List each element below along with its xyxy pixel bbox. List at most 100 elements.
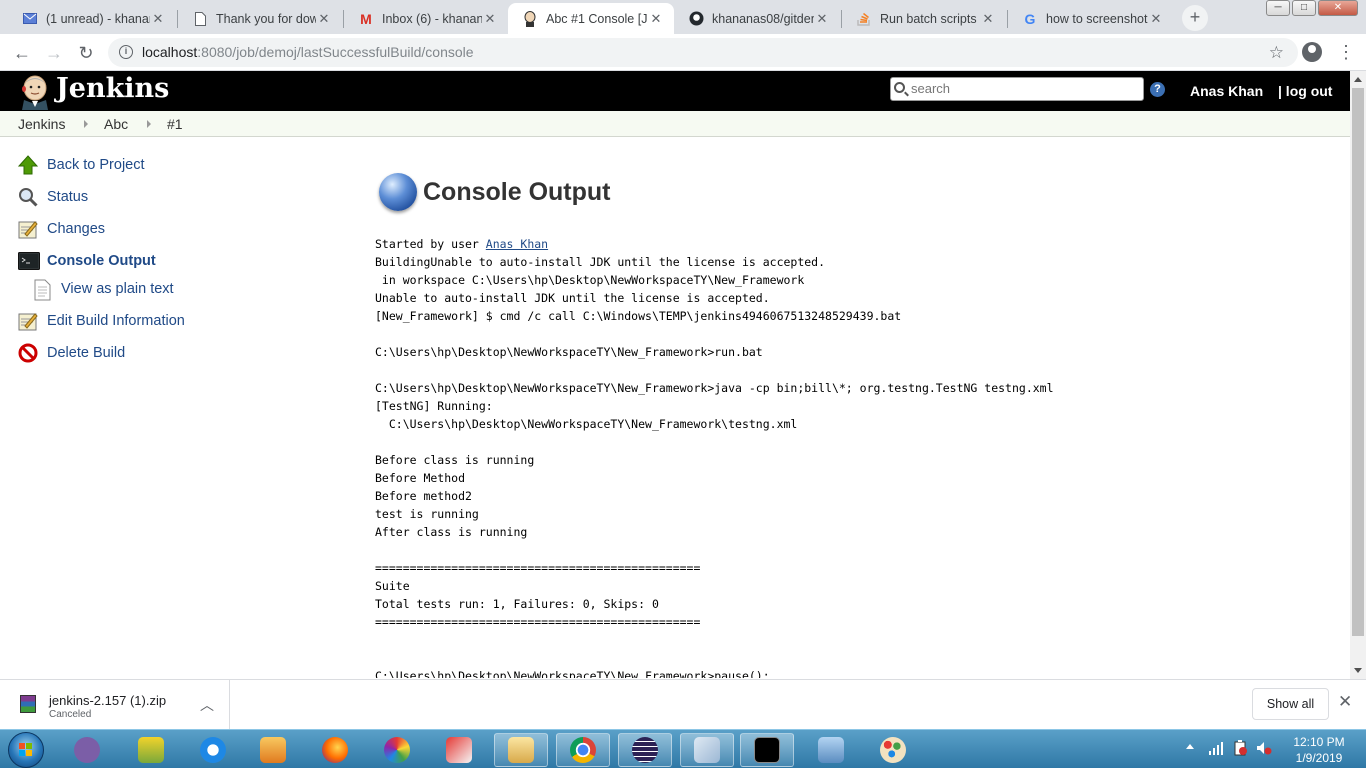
help-icon[interactable]: ? (1150, 82, 1165, 97)
sidebar-item-console-output[interactable]: Console Output (18, 249, 156, 273)
taskbar-picasa[interactable] (370, 733, 424, 767)
logout-link[interactable]: | log out (1278, 83, 1332, 99)
console-line: C:\Users\hp\Desktop\NewWorkspaceTY\New_F… (375, 417, 798, 431)
chevron-up-icon[interactable]: ︿ (200, 695, 214, 715)
document-icon (32, 279, 52, 301)
close-tab-icon[interactable]: ✕ (814, 11, 830, 27)
breadcrumb-abc[interactable]: Abc (104, 116, 128, 132)
browser-menu-icon[interactable]: ⋮ (1336, 42, 1356, 62)
taskbar-notepad-app[interactable] (432, 733, 486, 767)
tab-title: (1 unread) - khanan (46, 11, 150, 26)
tab-title: Abc #1 Console [Je (546, 11, 648, 26)
network-signal-icon[interactable] (1208, 740, 1224, 756)
mail-icon (22, 11, 38, 27)
download-item[interactable]: jenkins-2.157 (1).zip Canceled ︿ (0, 680, 230, 729)
console-line: C:\Users\hp\Desktop\NewWorkspaceTY\New_F… (375, 669, 770, 678)
browser-tab[interactable]: Thank you for dow ✕ (178, 3, 342, 34)
close-tab-icon[interactable]: ✕ (1148, 11, 1164, 27)
windows-taskbar: 12:10 PM 1/9/2019 (0, 729, 1366, 768)
console-user-link[interactable]: Anas Khan (486, 237, 548, 251)
media-player-icon (260, 737, 286, 763)
console-line: ========================================… (375, 615, 701, 629)
taskbar-eclipse[interactable] (618, 733, 672, 767)
taskbar-command-prompt[interactable] (740, 733, 794, 767)
close-window-button[interactable]: ✕ (1318, 0, 1358, 16)
browser-tab[interactable]: (1 unread) - khanan ✕ (8, 3, 176, 34)
volume-muted-icon[interactable] (1256, 740, 1272, 756)
sidebar-item-changes[interactable]: Changes (18, 217, 105, 241)
breadcrumb-build[interactable]: #1 (167, 116, 183, 132)
taskbar-control-panel[interactable] (804, 733, 858, 767)
bookmark-star-icon[interactable]: ☆ (1269, 38, 1284, 67)
new-tab-button[interactable]: + (1182, 5, 1208, 31)
folder-icon (508, 737, 534, 763)
info-icon[interactable]: i (119, 45, 133, 59)
taskbar-github-desktop[interactable] (60, 733, 114, 767)
minimize-button[interactable]: ─ (1266, 0, 1290, 16)
taskbar-notes[interactable] (680, 733, 734, 767)
sidebar-item-label: Changes (47, 221, 106, 237)
close-tab-icon[interactable]: ✕ (482, 11, 498, 27)
sidebar-item-view-plain-text[interactable]: View as plain text (32, 277, 174, 301)
clock-date: 1/9/2019 (1295, 751, 1343, 765)
jenkins-icon (522, 10, 538, 27)
page-scrollbar[interactable] (1350, 71, 1366, 679)
account-icon[interactable] (1302, 42, 1322, 62)
search-icon (894, 82, 905, 93)
stackoverflow-icon (856, 11, 872, 27)
up-arrow-icon (17, 155, 39, 175)
taskbar-paint[interactable] (866, 733, 920, 767)
url-host: localhost (142, 44, 198, 60)
browser-tab[interactable]: G how to screenshot ✕ (1008, 3, 1174, 34)
forward-button[interactable]: → (42, 41, 66, 65)
browser-tab[interactable]: M Inbox (6) - khanana ✕ (344, 3, 508, 34)
taskbar-app[interactable] (124, 733, 178, 767)
jenkins-logo-text[interactable]: Jenkins (56, 73, 169, 104)
console-line: C:\Users\hp\Desktop\NewWorkspaceTY\New_F… (375, 345, 763, 359)
jenkins-header: Jenkins search ? Anas Khan | log out (0, 71, 1350, 111)
search-placeholder: search (911, 81, 951, 96)
user-name-link[interactable]: Anas Khan (1190, 83, 1263, 99)
battery-icon[interactable] (1232, 740, 1248, 756)
scrollbar-thumb[interactable] (1352, 88, 1364, 636)
taskbar-internet-explorer[interactable] (186, 733, 240, 767)
browser-tab-active[interactable]: Abc #1 Console [Je ✕ (508, 3, 674, 34)
close-tab-icon[interactable]: ✕ (150, 11, 166, 27)
browser-tab[interactable]: khananas08/gitden ✕ (674, 3, 840, 34)
chrome-icon (570, 737, 596, 763)
taskbar-firefox[interactable] (308, 733, 362, 767)
github-icon (688, 11, 704, 27)
reload-button[interactable]: ↻ (74, 41, 98, 65)
maximize-button[interactable]: □ (1292, 0, 1316, 16)
breadcrumb-arrow-icon[interactable] (84, 120, 88, 128)
sidebar-item-status[interactable]: Status (18, 185, 88, 209)
window-controls: ─ □ ✕ (1266, 0, 1358, 20)
taskbar-media-player[interactable] (246, 733, 300, 767)
jenkins-butler-logo-icon[interactable] (18, 74, 52, 110)
address-bar[interactable]: i localhost:8080/job/demoj/lastSuccessfu… (108, 38, 1298, 67)
close-tab-icon[interactable]: ✕ (980, 11, 996, 27)
sidebar-item-back-to-project[interactable]: Back to Project (17, 153, 145, 177)
system-clock[interactable]: 12:10 PM 1/9/2019 (1284, 734, 1354, 766)
browser-tab[interactable]: Run batch scripts o ✕ (842, 3, 1006, 34)
taskbar-file-explorer[interactable] (494, 733, 548, 767)
search-input[interactable]: search (890, 77, 1144, 101)
breadcrumb-arrow-icon[interactable] (147, 120, 151, 128)
show-all-downloads-button[interactable]: Show all (1252, 688, 1329, 720)
notepad-app-icon (446, 737, 472, 763)
scroll-up-arrow-icon[interactable] (1354, 77, 1362, 82)
breadcrumb: Jenkins Abc #1 (0, 111, 1350, 137)
console-line: After class is running (375, 525, 528, 539)
taskbar-chrome[interactable] (556, 733, 610, 767)
close-tab-icon[interactable]: ✕ (316, 11, 332, 27)
sidebar-item-delete-build[interactable]: Delete Build (18, 341, 125, 365)
sidebar-item-edit-build-information[interactable]: Edit Build Information (18, 309, 185, 333)
scroll-down-arrow-icon[interactable] (1354, 668, 1362, 673)
close-download-shelf-icon[interactable]: ✕ (1338, 692, 1352, 712)
breadcrumb-jenkins[interactable]: Jenkins (18, 116, 65, 132)
start-button[interactable] (8, 732, 44, 768)
back-button[interactable]: ← (10, 41, 34, 65)
show-hidden-icons-arrow-icon[interactable] (1186, 744, 1194, 749)
close-tab-icon[interactable]: ✕ (648, 11, 664, 27)
